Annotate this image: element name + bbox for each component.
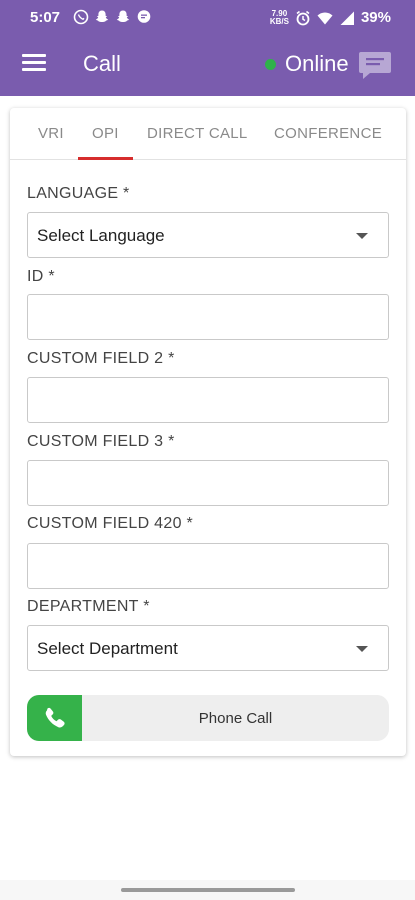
language-select-value: Select Language — [37, 226, 165, 245]
net-speed-unit: KB/S — [269, 16, 289, 26]
phone-icon — [45, 707, 65, 728]
tab-vri[interactable]: VRI — [38, 125, 64, 142]
hamburger-menu-icon[interactable] — [22, 54, 46, 74]
department-select-value: Select Department — [37, 639, 178, 658]
status-bar: 5:07 7.90 KB/S 39% — [0, 0, 415, 36]
phone-call-label: Phone Call — [198, 710, 273, 727]
call-type-tabs: VRI OPI DIRECT CALL CONFERENCE — [10, 108, 406, 160]
id-input[interactable] — [27, 294, 389, 340]
status-right-icons: 7.90 KB/S 39% — [270, 9, 391, 26]
battery-percentage: 39% — [360, 9, 391, 26]
online-status-text: Online — [285, 51, 349, 76]
language-label: LANGUAGE * — [27, 185, 130, 202]
top-app-bar: 5:07 7.90 KB/S 39% Call Online — [0, 0, 415, 96]
dropdown-caret-icon — [356, 646, 368, 652]
language-select[interactable]: Select Language — [27, 212, 389, 258]
custom-field-3-label: CUSTOM FIELD 3 * — [27, 433, 175, 450]
snapchat-icon — [95, 10, 109, 22]
custom-field-3-input[interactable] — [27, 460, 389, 506]
app-bar: Call Online — [0, 40, 415, 92]
department-label: DEPARTMENT * — [27, 598, 150, 615]
custom-field-420-label: CUSTOM FIELD 420 * — [27, 515, 194, 532]
alarm-icon — [296, 10, 310, 25]
cell-signal-icon — [340, 11, 354, 25]
custom-field-420-input[interactable] — [27, 543, 389, 589]
phone-call-button[interactable]: Phone Call — [27, 695, 389, 741]
tab-conference[interactable]: CONFERENCE — [274, 125, 382, 142]
call-form-card: VRI OPI DIRECT CALL CONFERENCE LANGUAGE … — [10, 108, 406, 756]
message-bubble-icon — [137, 10, 151, 23]
custom-field-2-input[interactable] — [27, 377, 389, 423]
chat-icon[interactable] — [358, 50, 392, 80]
dropdown-caret-icon — [356, 233, 368, 239]
gesture-handle[interactable] — [121, 888, 295, 892]
tab-opi[interactable]: OPI — [92, 125, 119, 142]
phone-icon-box — [27, 695, 82, 741]
whatsapp-icon — [73, 9, 89, 25]
online-status-dot — [265, 59, 276, 70]
notification-icons — [73, 9, 152, 25]
department-select[interactable]: Select Department — [27, 625, 389, 671]
snapchat-icon-2 — [116, 10, 130, 22]
status-time: 5:07 — [30, 9, 61, 26]
page-title: Call — [83, 51, 121, 76]
id-label: ID * — [27, 268, 55, 285]
network-speed: 7.90 KB/S — [269, 9, 289, 26]
wifi-icon — [317, 12, 333, 24]
tab-direct-call[interactable]: DIRECT CALL — [147, 125, 248, 142]
active-tab-indicator — [78, 157, 133, 160]
custom-field-2-label: CUSTOM FIELD 2 * — [27, 350, 175, 367]
